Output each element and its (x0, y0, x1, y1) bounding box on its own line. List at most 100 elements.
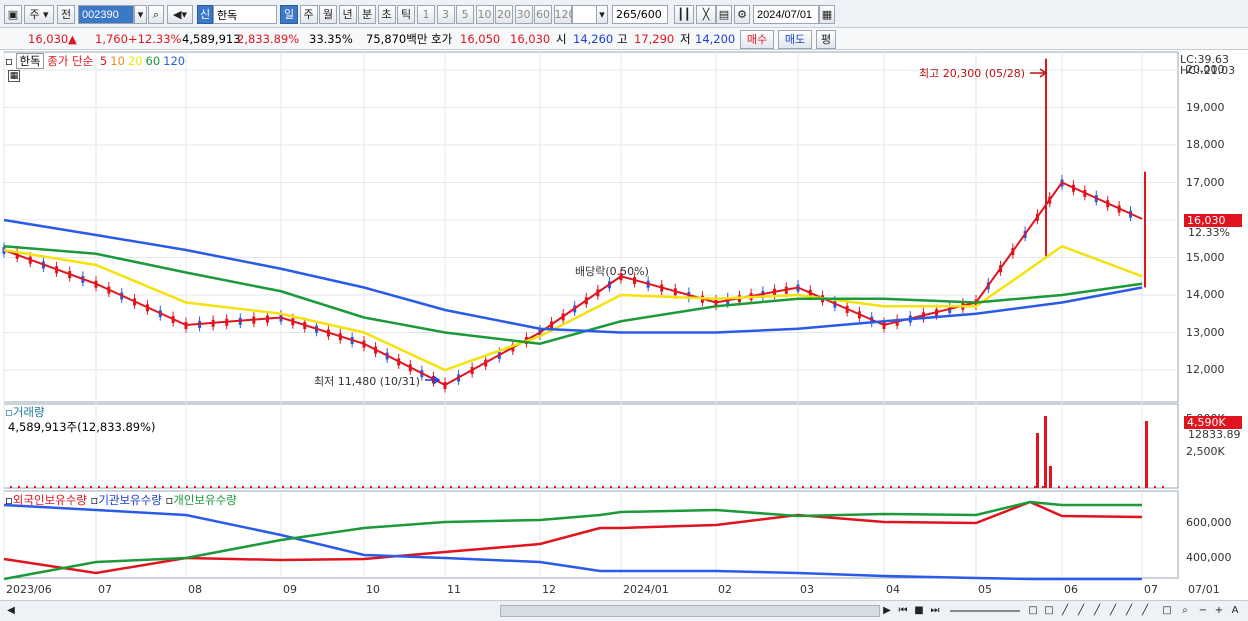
period-button-2[interactable]: 월 (319, 5, 337, 24)
volume-bar (1002, 486, 1004, 488)
period-button-0[interactable]: 일 (280, 5, 298, 24)
line-tool-icon[interactable]: ╱ (1122, 604, 1136, 618)
period-button-3[interactable]: 년 (338, 5, 357, 24)
volume-bar (1090, 486, 1092, 488)
chart-svg[interactable] (0, 50, 1248, 600)
y-tick-label: 19,000 (1186, 100, 1225, 114)
interval-button-60[interactable]: 60 (534, 5, 552, 24)
interval-button-20[interactable]: 20 (495, 5, 513, 24)
ma-line-120 (3, 218, 1143, 334)
save-icon[interactable]: ▤ (716, 5, 732, 24)
open-price: 14,260 (573, 32, 614, 46)
sell-button[interactable]: 매도 (778, 30, 812, 49)
box-icon[interactable]: □ (1042, 604, 1056, 618)
interval-button-30[interactable]: 30 (514, 5, 533, 24)
box-icon[interactable]: □ (1026, 604, 1040, 618)
code-dropdown-icon[interactable]: ▾ (134, 5, 147, 24)
volume-bar (626, 486, 628, 488)
line-tool-icon[interactable]: ╱ (1106, 604, 1120, 618)
count-input[interactable]: 265/600 (612, 5, 668, 24)
period-button-1[interactable]: 주 (299, 5, 318, 24)
rewind-icon[interactable]: ⏮ (896, 604, 910, 618)
volume-bar (994, 486, 996, 488)
high-annotation: 최고 20,300 (05/28) (919, 67, 1026, 80)
table-icon[interactable]: ▦ (8, 70, 20, 82)
scroll-thumb[interactable] (500, 605, 880, 617)
interval-button-10[interactable]: 10 (475, 5, 494, 24)
scroll-right-icon[interactable]: ▶ (880, 604, 894, 618)
prev-button[interactable]: 전 (57, 5, 75, 24)
x-tick-label: 12 (542, 583, 556, 596)
volume-bar (234, 486, 236, 488)
stop-icon[interactable]: ■ (912, 604, 926, 618)
volume-bar (82, 486, 84, 488)
volume-bar (1049, 466, 1052, 488)
line-tool-icon[interactable]: ╱ (1138, 604, 1152, 618)
volume-percent: 2,833.89% (237, 32, 300, 46)
interval-dropdown-icon[interactable]: ▾ (596, 5, 608, 24)
ma-legend-20: 20 (127, 54, 143, 68)
volume-bar (226, 486, 228, 488)
volume-bar (594, 486, 596, 488)
line-tool-icon[interactable]: ╱ (1074, 604, 1088, 618)
volume-bar (106, 486, 108, 488)
zoom-icon[interactable]: ⌕ (1178, 604, 1192, 618)
box-icon[interactable]: □ (1160, 604, 1174, 618)
low-price: 14,200 (695, 32, 736, 46)
volume-bar (754, 486, 756, 488)
interval-button-1[interactable]: 1 (417, 5, 435, 24)
x-tick-label: 2024/01 (623, 583, 669, 596)
ma-title: 종가 단순 (47, 54, 94, 68)
volume-bar (938, 486, 940, 488)
period-button-6[interactable]: 틱 (397, 5, 415, 24)
flat-button[interactable]: 평 (816, 30, 836, 49)
line-tool-icon[interactable]: ╱ (1090, 604, 1104, 618)
volume-bar (530, 486, 532, 488)
minus-icon[interactable]: − (1196, 604, 1210, 618)
volume-bar (1138, 486, 1140, 488)
period-button-4[interactable]: 분 (358, 5, 376, 24)
volume-bar (218, 486, 220, 488)
date-input[interactable] (753, 5, 819, 24)
volume-bar (314, 486, 316, 488)
speed-slider[interactable] (950, 610, 1020, 612)
buy-button[interactable]: 매수 (740, 30, 774, 49)
volume-bar (1018, 486, 1020, 488)
calendar-icon[interactable]: ▦ (819, 5, 835, 24)
forward-icon[interactable]: ⏭ (928, 604, 942, 618)
panel-y-tick-label: 400,000 (1186, 551, 1232, 564)
volume-bar (882, 486, 884, 488)
volume-bar (330, 486, 332, 488)
gear-icon[interactable]: ⚙ (734, 5, 750, 24)
stock-code-input[interactable] (78, 5, 134, 24)
interval-button-5[interactable]: 5 (456, 5, 474, 24)
volume-bar (746, 486, 748, 488)
volume-bar (970, 486, 972, 488)
x-tick-label: 03 (800, 583, 814, 596)
period-button-5[interactable]: 초 (377, 5, 396, 24)
volume-bar (834, 486, 836, 488)
speaker-icon[interactable]: ◀▾ (167, 5, 193, 24)
stock-name-input[interactable] (213, 5, 277, 24)
search-icon[interactable]: ⌕ (148, 5, 164, 24)
chart-area[interactable]: ▫ 한독 종가 단순 5 10 20 60 120 ▦ LC:39.63 HC:-21.… (0, 50, 1248, 621)
volume-bar (946, 486, 948, 488)
interval-button-120[interactable]: 120 (553, 5, 576, 24)
crosshair-icon[interactable]: ╳ (696, 5, 716, 24)
volume-bar (786, 486, 788, 488)
candle-icon[interactable]: ┃┃ (674, 5, 694, 24)
scroll-left-icon[interactable]: ◀ (4, 604, 18, 618)
volume-bar (1050, 486, 1052, 488)
volume-bar (602, 486, 604, 488)
period-select[interactable]: 주 ▾ (24, 5, 54, 24)
window-icon[interactable]: ▣ (4, 5, 22, 24)
interval-button-3[interactable]: 3 (436, 5, 455, 24)
font-size-icon[interactable]: A (1228, 604, 1242, 618)
ask-label: 호가 (431, 32, 453, 46)
plus-icon[interactable]: + (1212, 604, 1226, 618)
scroll-bar[interactable]: ◀ ▶ ⏮ ■ ⏭ □ □ ╱ ╱ ╱ ╱ ╱ ╱ □ ⌕ − + A (0, 600, 1248, 621)
line-tool-icon[interactable]: ╱ (1058, 604, 1072, 618)
volume-bar (322, 486, 324, 488)
volume-bar (362, 486, 364, 488)
volume-title: 거래량 (12, 405, 45, 419)
